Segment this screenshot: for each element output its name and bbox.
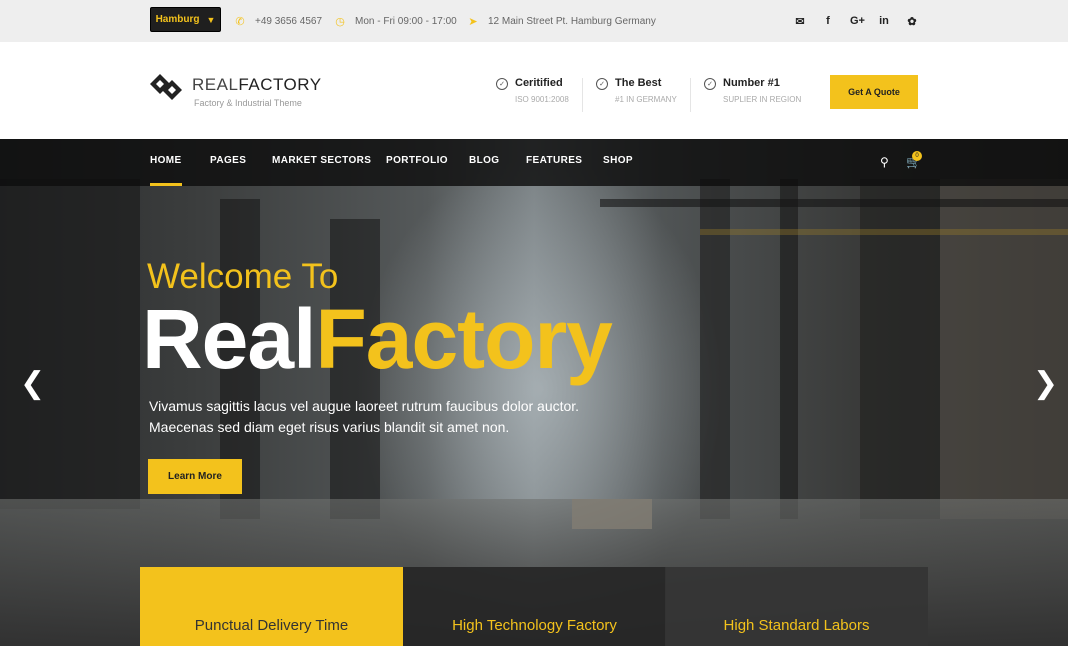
check-circle-icon: ✓ — [596, 78, 608, 90]
location-arrow-icon: ➤ — [468, 15, 478, 28]
top-bar: Hamburg ▼ ✆ +49 3656 4567 ◷ Mon - Fri 09… — [0, 0, 1068, 42]
chevron-right-icon[interactable]: ❯ — [1033, 369, 1058, 399]
feature-box-title: High Standard Labors — [723, 617, 870, 634]
get-quote-button[interactable]: Get A Quote — [830, 75, 918, 109]
google-plus-icon[interactable]: G+ — [850, 15, 865, 27]
nav-features[interactable]: FEATURES — [526, 139, 582, 186]
hero-title-white: Real — [142, 292, 316, 386]
logo-bold: FACTORY — [238, 75, 322, 94]
check-circle-icon: ✓ — [704, 78, 716, 90]
logo-icon[interactable] — [150, 74, 182, 100]
address-text: 12 Main Street Pt. Hamburg Germany — [488, 15, 656, 27]
twitter-icon[interactable]: ✿ — [906, 15, 918, 28]
nav-portfolio[interactable]: PORTFOLIO — [386, 139, 448, 186]
hero-desc-line: Maecenas sed diam eget risus varius blan… — [149, 419, 510, 435]
social-links: ✉ f G+ in ✿ — [794, 0, 918, 42]
logo-text[interactable]: REALFACTORY — [192, 75, 322, 95]
factory-wall-left — [0, 179, 140, 509]
nav-blog[interactable]: BLOG — [469, 139, 500, 186]
feature-box-delivery[interactable]: Punctual Delivery Time — [140, 567, 403, 646]
feature-box-title: Punctual Delivery Time — [194, 617, 349, 634]
nav-shop[interactable]: SHOP — [603, 139, 633, 186]
chevron-left-icon[interactable]: ❮ — [20, 369, 45, 399]
hero-title-yellow: Factory — [315, 292, 612, 386]
feature-subtitle: ISO 9001:2008 — [515, 95, 569, 104]
factory-girder — [700, 229, 1068, 235]
divider — [582, 78, 583, 112]
linkedin-icon[interactable]: in — [878, 15, 890, 27]
learn-more-button[interactable]: Learn More — [148, 459, 242, 494]
address-info: ➤ 12 Main Street Pt. Hamburg Germany — [467, 0, 656, 42]
facebook-icon[interactable]: f — [822, 15, 834, 27]
feature-box-title: High Technology Factory — [452, 617, 617, 634]
feature-subtitle: #1 IN GERMANY — [615, 95, 677, 104]
feature-title: The Best — [615, 77, 662, 89]
hero-welcome: Welcome To — [147, 257, 339, 296]
factory-crate — [572, 499, 652, 529]
feature-boxes: Punctual Delivery Time High Technology F… — [140, 567, 928, 646]
feature-title: Ceritified — [515, 77, 563, 89]
search-icon[interactable]: ⚲ — [880, 155, 889, 169]
hero-title: RealFactory — [142, 297, 613, 381]
hero-description: Vivamus sagittis lacus vel augue laoreet… — [149, 396, 609, 438]
hero-desc-line: Vivamus sagittis lacus vel augue laoreet… — [149, 398, 580, 414]
phone-info: ✆ +49 3656 4567 — [234, 0, 322, 42]
chevron-down-icon: ▼ — [206, 14, 216, 25]
feature-box-labors[interactable]: High Standard Labors — [665, 567, 928, 646]
divider — [690, 78, 691, 112]
site-header: REALFACTORY Factory & Industrial Theme ✓… — [0, 42, 1068, 139]
feature-title: Number #1 — [723, 77, 780, 89]
feature-subtitle: SUPLIER IN REGION — [723, 95, 802, 104]
phone-text: +49 3656 4567 — [255, 15, 323, 27]
nav-home[interactable]: HOME — [150, 139, 182, 186]
clock-icon: ◷ — [335, 15, 345, 28]
city-select[interactable]: Hamburg ▼ — [150, 7, 221, 32]
factory-girder — [600, 199, 1068, 207]
city-select-label: Hamburg — [155, 14, 200, 25]
feature-box-technology[interactable]: High Technology Factory — [403, 567, 666, 646]
logo-light: REAL — [192, 75, 239, 94]
nav-pages[interactable]: PAGES — [210, 139, 246, 186]
nav-market-sectors[interactable]: MARKET SECTORS — [272, 139, 371, 186]
cart-count-badge: 0 — [912, 151, 922, 161]
phone-icon: ✆ — [235, 15, 245, 28]
hero-slider: HOME PAGES MARKET SECTORS PORTFOLIO BLOG… — [0, 139, 1068, 646]
hours-text: Mon - Fri 09:00 - 17:00 — [355, 15, 457, 27]
logo-tagline: Factory & Industrial Theme — [194, 98, 302, 108]
hours-info: ◷ Mon - Fri 09:00 - 17:00 — [334, 0, 457, 42]
main-nav: HOME PAGES MARKET SECTORS PORTFOLIO BLOG… — [0, 139, 1068, 186]
check-circle-icon: ✓ — [496, 78, 508, 90]
envelope-icon[interactable]: ✉ — [794, 15, 806, 28]
